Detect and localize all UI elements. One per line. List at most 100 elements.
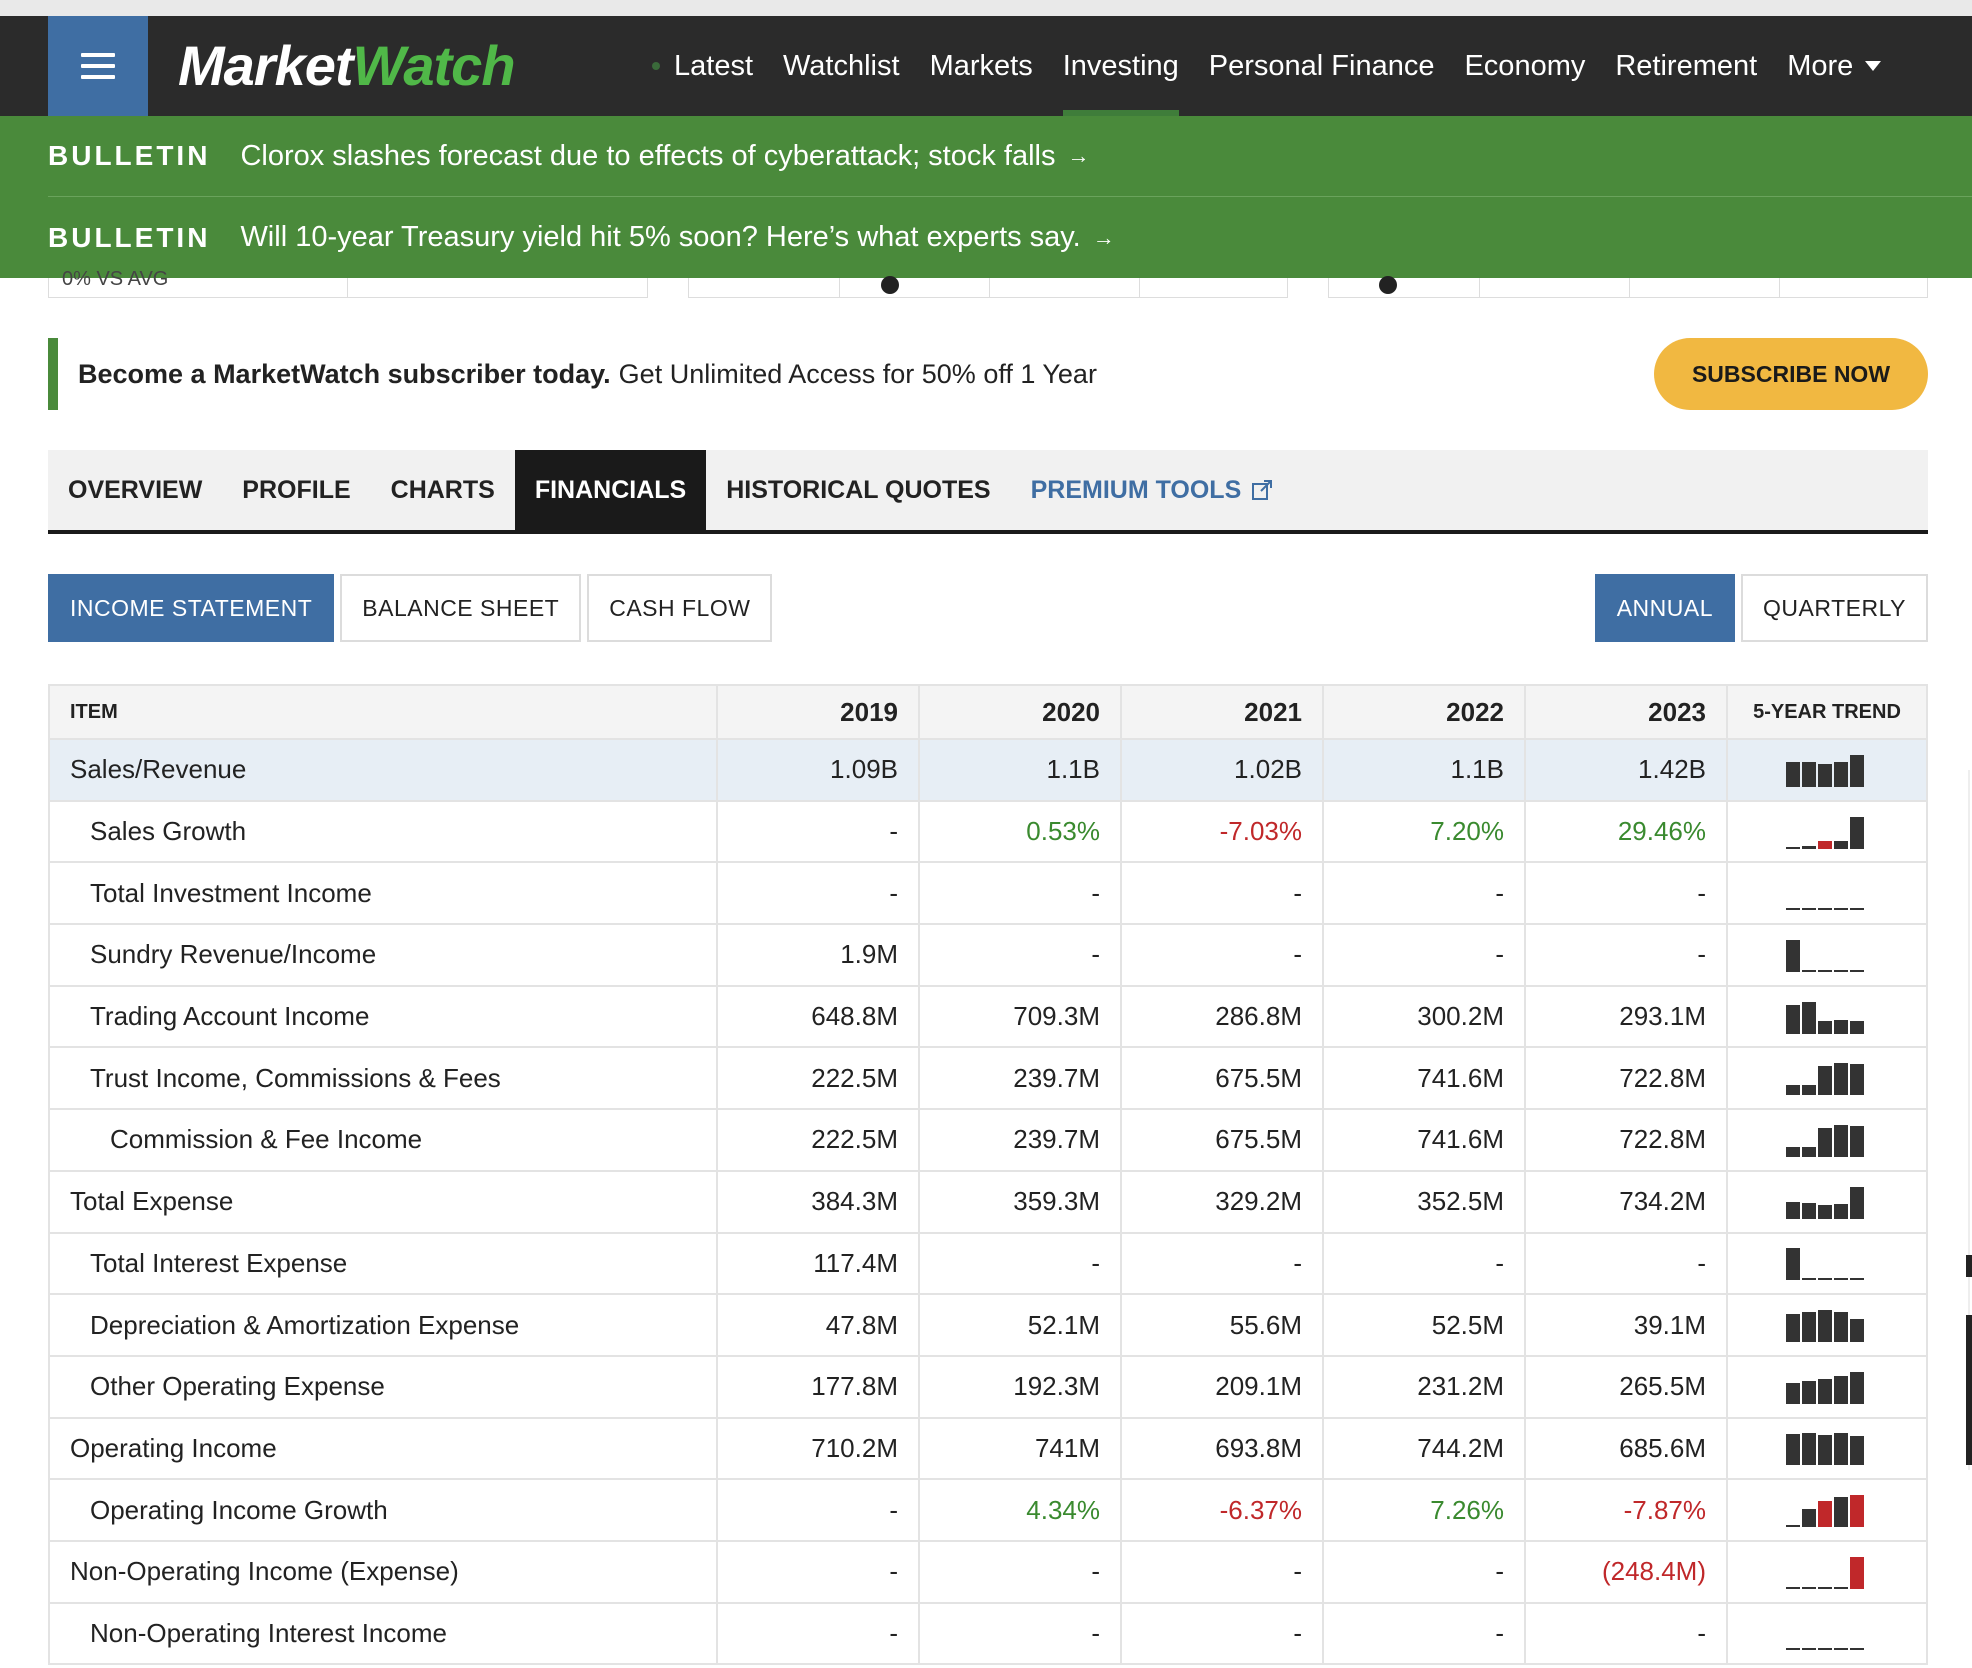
sparkline — [1786, 1185, 1868, 1219]
nav-markets[interactable]: Markets — [930, 16, 1033, 116]
table-row[interactable]: Total Expense 384.3M 359.3M 329.2M 352.5M 734… — [50, 1171, 1926, 1234]
tab-overview[interactable]: OVERVIEW — [48, 450, 222, 530]
site-header: MarketWatch Latest Watchlist Markets Inv… — [0, 16, 1972, 116]
column-header-year: 2022 — [1324, 686, 1526, 738]
trend-bar — [1834, 1375, 1848, 1404]
tab-profile[interactable]: PROFILE — [222, 450, 370, 530]
sparkline — [1786, 1246, 1868, 1281]
table-row[interactable]: Total Interest Expense 117.4M - - - - — [50, 1233, 1926, 1296]
sparkline — [1786, 1000, 1868, 1034]
trend-bar — [1818, 1066, 1832, 1096]
cell-value: 29.46% — [1526, 801, 1728, 862]
trend-bar — [1850, 1556, 1864, 1589]
trend-bar — [1786, 761, 1800, 787]
table-row[interactable]: Trust Income, Commissions & Fees 222.5M 23… — [50, 1048, 1926, 1111]
tab-historical-quotes[interactable]: HISTORICAL QUOTES — [706, 450, 1010, 530]
tab-financials[interactable]: FINANCIALS — [514, 450, 707, 530]
trend-cell — [1728, 1604, 1926, 1664]
cell-value: 4.34% — [920, 1480, 1122, 1540]
nav-watchlist[interactable]: Watchlist — [783, 16, 900, 116]
cell-value: - — [1324, 1233, 1526, 1294]
trend-bar — [1786, 1586, 1800, 1589]
tab-cash-flow[interactable]: CASH FLOW — [587, 574, 773, 642]
row-label: Other Operating Expense — [50, 1356, 718, 1417]
table-row[interactable]: Non-Operating Income (Expense) - - - - (248.4… — [50, 1541, 1926, 1604]
row-label: Trust Income, Commissions & Fees — [50, 1048, 718, 1109]
nav-latest[interactable]: Latest — [674, 16, 753, 116]
trend-bar — [1786, 939, 1800, 972]
trend-bar — [1850, 1278, 1864, 1281]
trend-bar — [1818, 763, 1832, 787]
trend-bar — [1802, 1648, 1816, 1651]
period-quarterly[interactable]: QUARTERLY — [1741, 574, 1928, 642]
trend-bar — [1850, 1125, 1864, 1157]
cell-value: 709.3M — [920, 986, 1122, 1047]
trend-bar — [1786, 846, 1800, 849]
nav-more[interactable]: More — [1787, 16, 1882, 116]
cell-value: 1.1B — [920, 740, 1122, 800]
table-row[interactable]: Trading Account Income 648.8M 709.3M 286.8M… — [50, 986, 1926, 1049]
cell-value: 685.6M — [1526, 1418, 1728, 1479]
trend-bar — [1818, 1501, 1832, 1528]
trend-bar — [1802, 1001, 1816, 1034]
tab-income-statement[interactable]: INCOME STATEMENT — [48, 574, 335, 642]
cell-value: 117.4M — [718, 1233, 920, 1294]
cell-value: 293.1M — [1526, 986, 1728, 1047]
cell-value: - — [1526, 863, 1728, 924]
tab-balance-sheet[interactable]: BALANCE SHEET — [340, 574, 582, 642]
marketwatch-logo[interactable]: MarketWatch — [178, 36, 516, 96]
bulletin-item[interactable]: BULLETIN Clorox slashes forecast due to … — [48, 116, 1972, 197]
bulletin-item[interactable]: BULLETIN Will 10-year Treasury yield hit… — [48, 197, 1972, 278]
table-row[interactable]: Operating Income Growth -4.34% -6.37% 7.26%… — [50, 1480, 1926, 1542]
sparkline — [1786, 753, 1868, 787]
table-header: ITEM 2019 2020 2021 2022 2023 5-YEAR TRE… — [50, 686, 1926, 740]
nav-investing[interactable]: Investing — [1062, 16, 1179, 116]
cell-value: 741.6M — [1324, 1110, 1526, 1170]
trend-bar — [1786, 1382, 1800, 1404]
cell-value: - — [718, 1603, 920, 1664]
nav-retirement[interactable]: Retirement — [1615, 16, 1757, 116]
trend-bar — [1834, 1124, 1848, 1157]
cell-value: 648.8M — [718, 986, 920, 1047]
sparkline — [1786, 1370, 1868, 1404]
table-row[interactable]: Non-Operating Interest Income - - - - - — [50, 1603, 1926, 1666]
trend-bar — [1818, 1127, 1832, 1157]
bulletin-tag: BULLETIN — [48, 221, 211, 253]
trend-bar — [1802, 1146, 1816, 1157]
trend-bar — [1786, 1434, 1800, 1466]
trend-bar — [1834, 1019, 1848, 1034]
trend-bar — [1786, 1085, 1800, 1096]
hamburger-menu-icon[interactable] — [48, 16, 148, 116]
sparkline — [1786, 938, 1868, 972]
period-annual[interactable]: ANNUAL — [1594, 574, 1736, 642]
nav-personal-finance[interactable]: Personal Finance — [1209, 16, 1435, 116]
table-row[interactable]: Other Operating Expense 177.8M 192.3M 209.1… — [50, 1356, 1926, 1419]
cell-value: 352.5M — [1324, 1171, 1526, 1232]
trend-bar — [1850, 1371, 1864, 1404]
cell-value: 710.2M — [718, 1418, 920, 1479]
row-label: Operating Income Growth — [50, 1480, 718, 1540]
cell-value: - — [1122, 1603, 1324, 1664]
subscribe-now-button[interactable]: SUBSCRIBE NOW — [1654, 338, 1928, 410]
table-row[interactable]: Commission & Fee Income 222.5M 239.7M 675.5… — [50, 1110, 1926, 1172]
cell-value: - — [920, 863, 1122, 924]
table-row[interactable]: Depreciation & Amortization Expense 47.8M… — [50, 1295, 1926, 1357]
nav-economy[interactable]: Economy — [1464, 16, 1585, 116]
tab-premium-tools[interactable]: PREMIUM TOOLS — [1011, 450, 1294, 530]
table-row[interactable]: Operating Income 710.2M 741M 693.8M 744.2M 68… — [50, 1418, 1926, 1481]
trend-cell — [1728, 740, 1926, 800]
trend-cell — [1728, 1480, 1926, 1540]
trend-bar — [1802, 1202, 1816, 1219]
table-row[interactable]: Sundry Revenue/Income 1.9M - - - - — [50, 925, 1926, 987]
tab-charts[interactable]: CHARTS — [371, 450, 515, 530]
trend-bar — [1834, 1497, 1848, 1528]
trend-bar — [1834, 1648, 1848, 1651]
edge-mark — [1966, 1315, 1972, 1465]
table-row[interactable]: Sales/Revenue 1.09B 1.1B 1.02B 1.1B 1.42B — [50, 740, 1926, 802]
table-row[interactable]: Total Investment Income - - - - - — [50, 863, 1926, 926]
table-row[interactable]: Sales Growth -0.53% -7.03% 7.20% 29.46% — [50, 801, 1926, 864]
card-divider — [347, 278, 348, 297]
nav-more-label: More — [1787, 49, 1854, 82]
sparkline — [1786, 1061, 1868, 1096]
sparkline — [1786, 1123, 1868, 1157]
